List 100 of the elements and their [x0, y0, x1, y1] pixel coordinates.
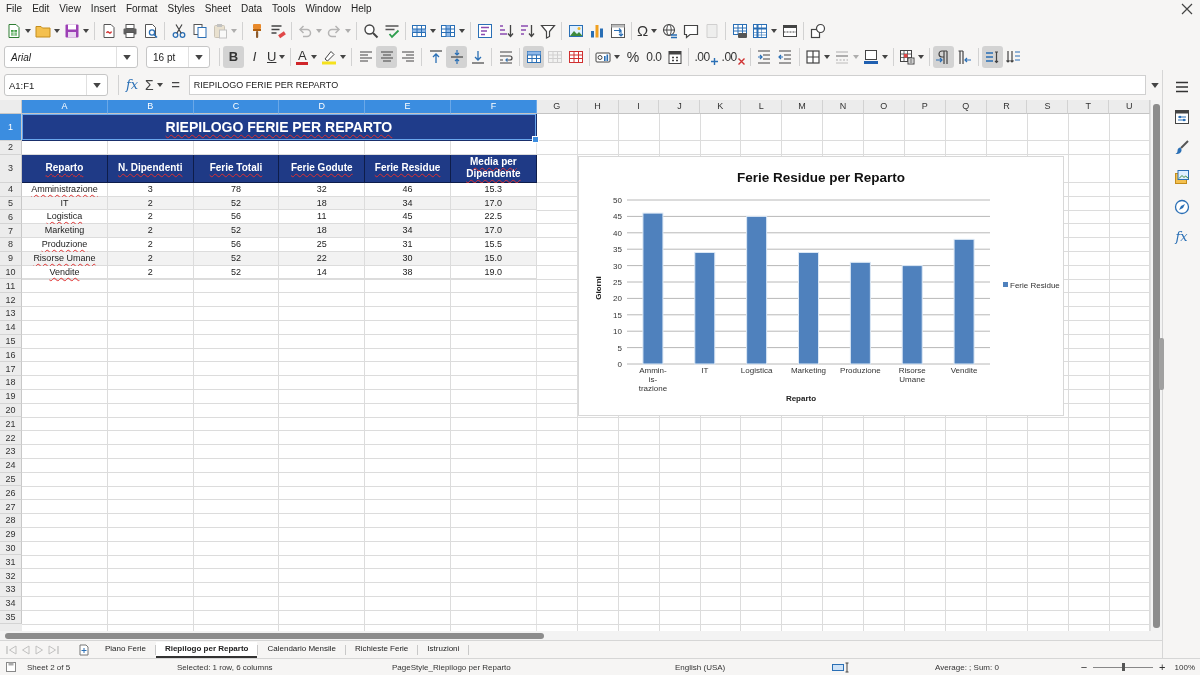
- function-wizard-button[interactable]: fx: [123, 74, 141, 96]
- menu-item[interactable]: Sheet: [199, 2, 236, 16]
- redo-icon: [326, 23, 342, 39]
- row-header[interactable]: 2: [0, 141, 22, 155]
- column-header[interactable]: U: [1109, 100, 1150, 114]
- column-header[interactable]: I: [618, 100, 660, 114]
- column-header[interactable]: Q: [945, 100, 987, 114]
- font-color-button[interactable]: A: [294, 46, 320, 68]
- column-header[interactable]: H: [577, 100, 619, 114]
- row-header[interactable]: 26: [0, 486, 22, 501]
- sort-icon: [476, 23, 493, 39]
- formula-button[interactable]: =: [166, 74, 185, 96]
- close-document-button[interactable]: [1180, 2, 1194, 16]
- menu-item[interactable]: Styles: [162, 2, 200, 16]
- sheet-tab[interactable]: Piano Ferie: [96, 641, 155, 658]
- table-cell[interactable]: Marketing: [22, 224, 108, 238]
- font-name-box[interactable]: Arial: [4, 46, 138, 68]
- delete-decimal-button[interactable]: .00: [719, 46, 747, 68]
- row-header[interactable]: 12: [0, 293, 22, 307]
- row-header[interactable]: 27: [0, 500, 22, 514]
- header-cell[interactable]: Ferie Godute: [279, 154, 366, 183]
- column-header[interactable]: J: [659, 100, 701, 114]
- header-cell[interactable]: Ferie Residue: [365, 154, 451, 183]
- table-cell[interactable]: 34: [365, 224, 451, 238]
- column-header[interactable]: K: [700, 100, 742, 114]
- menu-item[interactable]: View: [54, 2, 86, 16]
- table-cell[interactable]: 2: [107, 224, 194, 238]
- eraser-icon: [269, 23, 286, 39]
- row-header[interactable]: 6: [0, 210, 22, 225]
- table-cell[interactable]: Vendite: [22, 265, 108, 280]
- row-header[interactable]: 11: [0, 279, 22, 294]
- column-header[interactable]: L: [741, 100, 783, 114]
- column-header[interactable]: O: [863, 100, 905, 114]
- percent-button[interactable]: %: [622, 46, 644, 68]
- row-header[interactable]: 21: [0, 417, 22, 432]
- menu-item[interactable]: Format: [120, 2, 163, 16]
- add-decimal-button[interactable]: .00: [692, 46, 720, 68]
- font-size-box[interactable]: 16 pt: [146, 46, 210, 68]
- scrollbar-thumb[interactable]: [5, 632, 544, 639]
- sheet-tab[interactable]: Calendario Mensile: [258, 641, 345, 658]
- header-cell[interactable]: N. Dipendenti: [107, 154, 194, 183]
- table-cell[interactable]: IT: [22, 196, 108, 211]
- column-header[interactable]: G: [536, 100, 578, 114]
- special-character-button[interactable]: Ω: [635, 20, 660, 42]
- title-cell[interactable]: RIEPILOGO FERIE PER REPARTO: [22, 114, 537, 141]
- zoom-in-button[interactable]: +: [1156, 661, 1169, 673]
- table-cell[interactable]: 22.5: [451, 210, 537, 225]
- italic-button[interactable]: I: [244, 46, 265, 68]
- zoom-out-button[interactable]: −: [1077, 661, 1091, 673]
- underline-button[interactable]: U: [265, 46, 288, 68]
- header-cell[interactable]: Media per Dipendente: [451, 154, 537, 183]
- header-cell[interactable]: Ferie Totali: [193, 154, 280, 183]
- column-header[interactable]: T: [1068, 100, 1110, 114]
- row-header[interactable]: 16: [0, 348, 22, 363]
- column-header[interactable]: R: [986, 100, 1028, 114]
- bold-button[interactable]: B: [223, 46, 244, 68]
- table-cell[interactable]: 17.0: [451, 224, 537, 238]
- menu-item[interactable]: Window: [300, 2, 346, 16]
- name-box[interactable]: A1:F1: [4, 74, 108, 96]
- row-header[interactable]: 31: [0, 555, 22, 570]
- menu-item[interactable]: Edit: [27, 2, 55, 16]
- left-to-right-button[interactable]: [932, 46, 954, 68]
- row-header[interactable]: 22: [0, 431, 22, 445]
- table-cell[interactable]: Logistica: [22, 210, 108, 225]
- center-vertically-button[interactable]: [446, 46, 468, 68]
- column-header[interactable]: N: [823, 100, 864, 114]
- table-cell[interactable]: 52: [193, 224, 280, 238]
- fill-handle[interactable]: [531, 136, 539, 143]
- menu-item[interactable]: Help: [346, 2, 377, 16]
- add-sheet-button[interactable]: [76, 642, 92, 657]
- slider-thumb[interactable]: [1121, 663, 1125, 671]
- standard-format-button[interactable]: 0.0: [643, 46, 665, 68]
- table-cell[interactable]: 18: [279, 224, 366, 238]
- calendar-icon: [666, 49, 683, 65]
- menu-item[interactable]: File: [1, 2, 28, 16]
- axis-tick-label: 45: [613, 212, 622, 222]
- row-header[interactable]: 17: [0, 362, 22, 376]
- text-direction-button[interactable]: [981, 46, 1003, 68]
- sheet-tab[interactable]: Istruzioni: [418, 641, 469, 658]
- formula-input[interactable]: RIEPILOGO FERIE PER REPARTO: [188, 75, 1146, 95]
- cross-icon: [737, 58, 745, 65]
- sum-button[interactable]: Σ: [143, 74, 165, 96]
- menu-item[interactable]: Tools: [267, 2, 301, 16]
- column-header[interactable]: S: [1027, 100, 1069, 114]
- row-header[interactable]: 32: [0, 569, 22, 583]
- sidebar-collapse-handle[interactable]: [1159, 338, 1164, 390]
- merge-center-button[interactable]: [523, 46, 545, 68]
- vertical-scrollbar[interactable]: [1150, 100, 1162, 631]
- column-header[interactable]: P: [904, 100, 946, 114]
- row-header[interactable]: 7: [0, 224, 22, 238]
- sheet-tab[interactable]: Richieste Ferie: [345, 641, 418, 658]
- menu-item[interactable]: Insert: [85, 2, 121, 16]
- column-header[interactable]: M: [782, 100, 823, 114]
- copy-icon: [191, 23, 208, 39]
- sheet-tab[interactable]: Riepilogo per Reparto: [155, 641, 258, 658]
- scrollbar-thumb[interactable]: [1153, 104, 1160, 628]
- functions-button[interactable]: fx: [1169, 225, 1194, 249]
- header-cell[interactable]: Reparto: [22, 154, 108, 183]
- menu-item[interactable]: Data: [235, 2, 268, 16]
- row-header[interactable]: 3: [0, 154, 22, 183]
